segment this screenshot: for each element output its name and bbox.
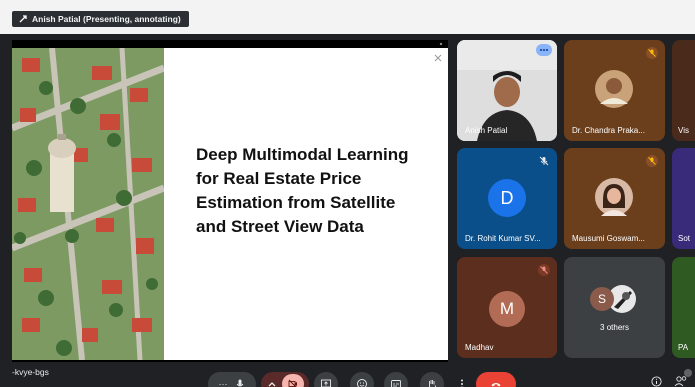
participant-tile[interactable]: PA: [672, 257, 695, 358]
end-call-icon: [491, 383, 501, 387]
meeting-code: -kvye-bgs: [12, 367, 49, 377]
mic-off-icon: [646, 47, 658, 59]
more-icon: [539, 48, 549, 52]
present-icon: [19, 15, 27, 23]
participant-tile[interactable]: Vis: [672, 40, 695, 141]
participant-tile[interactable]: D Dr. Rohit Kumar SV...: [457, 148, 557, 249]
participant-name: Dr. Rohit Kumar SV...: [465, 234, 541, 243]
aerial-city-image: [12, 48, 164, 360]
mic-off-icon: [538, 264, 550, 276]
participant-name: PA: [678, 343, 689, 352]
more-options-menu[interactable]: [454, 372, 470, 387]
meet-window: Anish Patial (Presenting, annotating) De…: [0, 0, 695, 387]
participant-tile[interactable]: Sot: [672, 148, 695, 249]
participant-tile[interactable]: Mausumi Goswam...: [564, 148, 665, 249]
slide-title-line: Deep Multimodal Learning: [196, 145, 409, 164]
participant-name: Vis: [678, 126, 689, 135]
participant-name: Mausumi Goswam...: [572, 234, 645, 243]
present-screen-icon: [321, 379, 331, 387]
participant-name: 3 others: [600, 323, 629, 332]
avatar: S: [590, 287, 614, 311]
participant-name: Dr. Chandra Praka...: [572, 126, 645, 135]
slide-title-line: Estimation from Satellite: [196, 193, 396, 212]
end-call-button[interactable]: [476, 372, 516, 387]
presenter-banner: Anish Patial (Presenting, annotating): [12, 11, 189, 27]
raise-hand-button[interactable]: [420, 372, 444, 387]
info-icon[interactable]: [651, 376, 662, 387]
more-options-button[interactable]: [536, 44, 552, 56]
emoji-icon: [357, 379, 367, 387]
top-bar: Anish Patial (Presenting, annotating): [0, 0, 695, 34]
participant-tile[interactable]: Anish Patial: [457, 40, 557, 141]
participant-count-badge: [684, 369, 692, 377]
participant-tile[interactable]: M Madhav: [457, 257, 557, 358]
avatar: D: [488, 179, 526, 217]
presentation-slide: Deep Multimodal Learning for Real Estate…: [12, 48, 448, 360]
more-icon: ···: [218, 379, 228, 387]
avatar: M: [489, 291, 525, 327]
avatar: [595, 178, 633, 216]
reactions-button[interactable]: [350, 372, 374, 387]
present-button[interactable]: [314, 372, 338, 387]
bottom-toolbar: -kvye-bgs ···: [0, 363, 695, 387]
participant-name: Anish Patial: [465, 126, 508, 135]
shared-screen[interactable]: Deep Multimodal Learning for Real Estate…: [12, 40, 448, 362]
camera-off-icon: [288, 379, 297, 387]
mic-off-icon: [539, 156, 549, 166]
camera-button[interactable]: [261, 372, 309, 387]
participant-tile[interactable]: Dr. Chandra Praka...: [564, 40, 665, 141]
participant-name: Madhav: [465, 343, 494, 352]
slide-close-icon[interactable]: [434, 54, 442, 62]
mic-off-icon: [646, 155, 658, 167]
slide-title-line: and Street View Data: [196, 217, 364, 236]
slide-title: Deep Multimodal Learning for Real Estate…: [196, 143, 448, 239]
participant-name: Sot: [678, 234, 691, 243]
chevron-up-icon: [268, 382, 276, 387]
captions-button[interactable]: [384, 372, 408, 387]
share-corner-dot: [439, 42, 443, 46]
mic-icon: [236, 379, 243, 387]
captions-icon: [391, 380, 401, 387]
raise-hand-icon: [429, 380, 436, 387]
slide-title-line: for Real Estate Price: [196, 169, 362, 188]
mic-button[interactable]: ···: [208, 372, 256, 387]
avatar: [595, 70, 633, 108]
more-vert-icon: [461, 379, 463, 387]
participant-tile-group[interactable]: S 3 others: [564, 257, 665, 358]
presenter-label: Anish Patial (Presenting, annotating): [32, 14, 181, 24]
camera-off-toggle[interactable]: [282, 374, 304, 387]
